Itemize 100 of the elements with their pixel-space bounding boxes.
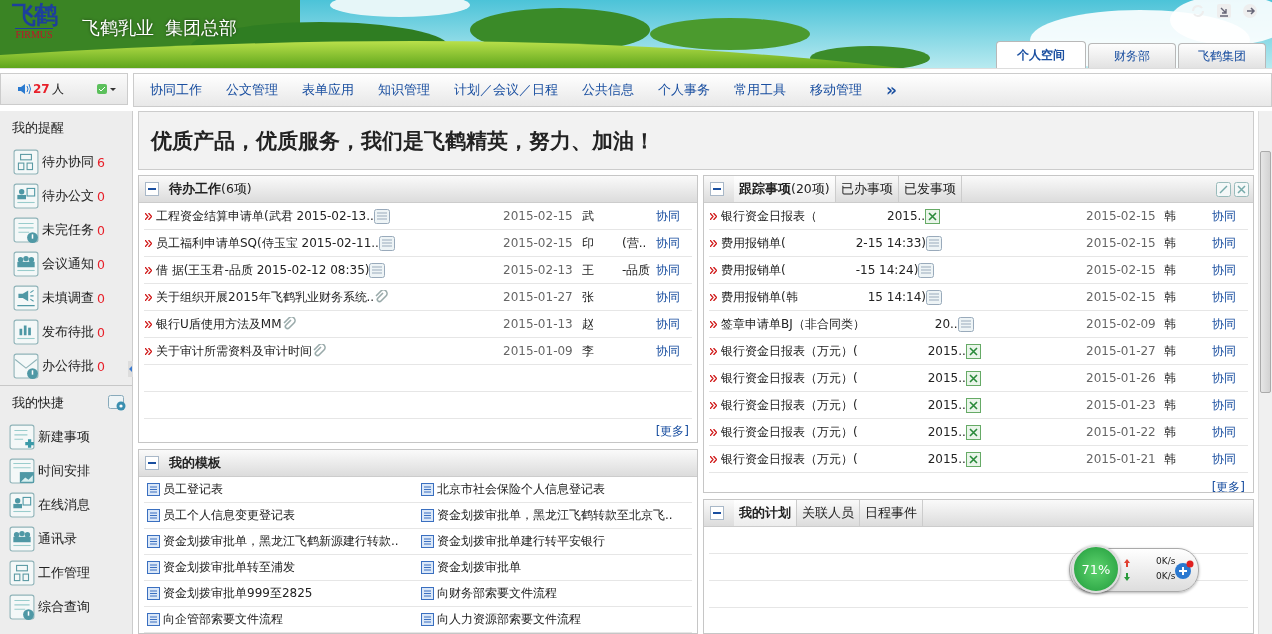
- download-icon[interactable]: [1216, 3, 1232, 19]
- scrollbar-thumb[interactable]: [1260, 151, 1271, 393]
- flowchart-icon: [13, 149, 39, 175]
- space-tab[interactable]: 飞鹤集团: [1178, 43, 1266, 68]
- shortcut-link[interactable]: 综合查询: [38, 598, 90, 616]
- item-link[interactable]: 工程资金结算申请单(武君 2015-02-13..: [156, 207, 374, 225]
- item-link[interactable]: 签章申请单BJ（非合同类）: [721, 315, 865, 333]
- type-link[interactable]: 协同: [1212, 423, 1248, 441]
- shortcut-link[interactable]: 在线消息: [38, 496, 90, 514]
- template-link[interactable]: 资金划拨审批单转至浦发: [163, 559, 295, 576]
- template-link[interactable]: 资金划拨审批单建行转平安银行: [437, 533, 605, 550]
- item-link[interactable]: 银行资金日报表（万元）(: [721, 423, 858, 441]
- panel-tab[interactable]: 日程事件: [860, 500, 923, 526]
- panel-tab[interactable]: 关联人员: [797, 500, 860, 526]
- reminder-count: 0: [97, 358, 105, 374]
- space-tab[interactable]: 财务部: [1088, 43, 1176, 68]
- panel-tab[interactable]: 已办事项: [835, 176, 899, 202]
- template-link[interactable]: 北京市社会保险个人信息登记表: [437, 481, 605, 498]
- item-link[interactable]: 银行资金日报表（万元）(: [721, 342, 858, 360]
- reminder-link[interactable]: 会议通知: [42, 255, 94, 273]
- reminder-count: 0: [97, 290, 105, 306]
- collapse-button[interactable]: [145, 456, 159, 470]
- type-link[interactable]: 协同: [656, 234, 692, 252]
- more-menu-link[interactable]: »: [874, 80, 909, 100]
- item-link[interactable]: 银行资金日报表（万元）(: [721, 396, 858, 414]
- item-link[interactable]: 员工福利申请单SQ(侍玉宝 2015-02-11..: [156, 234, 379, 252]
- template-link[interactable]: 员工登记表: [163, 481, 223, 498]
- type-link[interactable]: 协同: [1212, 450, 1248, 468]
- template-link[interactable]: 资金划拨审批单，黑龙江飞鹤转款至北京飞..: [437, 507, 673, 524]
- reminder-link[interactable]: 未填调查: [42, 289, 94, 307]
- type-link[interactable]: 协同: [1212, 315, 1248, 333]
- item-link[interactable]: 关于审计所需资料及审计时间: [156, 342, 312, 360]
- type-link[interactable]: 协同: [656, 207, 692, 225]
- nav-menu-item[interactable]: 计划／会议／日程: [442, 81, 570, 99]
- template-link[interactable]: 资金划拨审批单，黑龙江飞鹤新源建行转款..: [163, 533, 399, 550]
- template-link[interactable]: 向财务部索要文件流程: [437, 585, 557, 602]
- sender-cell-text: 韩: [1164, 369, 1177, 387]
- paperclip-icon: [281, 317, 296, 331]
- type-link[interactable]: 协同: [1212, 396, 1248, 414]
- double-arrow-icon: [710, 320, 717, 328]
- nav-menu-item[interactable]: 个人事务: [646, 81, 722, 99]
- more-link[interactable]: [更多]: [1211, 479, 1245, 492]
- nav-menu-item[interactable]: 知识管理: [366, 81, 442, 99]
- item-link[interactable]: 费用报销单(: [721, 234, 786, 252]
- type-link[interactable]: 协同: [1212, 342, 1248, 360]
- nav-menu-item[interactable]: 常用工具: [722, 81, 798, 99]
- panel-tab[interactable]: 我的计划: [734, 500, 797, 526]
- collapse-handle[interactable]: [128, 361, 133, 377]
- shortcut-link[interactable]: 工作管理: [38, 564, 90, 582]
- type-link[interactable]: 协同: [656, 315, 692, 333]
- template-link[interactable]: 向人力资源部索要文件流程: [437, 611, 581, 628]
- nav-menu-item[interactable]: 公文管理: [214, 81, 290, 99]
- space-tab[interactable]: 个人空间: [996, 41, 1086, 68]
- reminder-link[interactable]: 未完任务: [42, 221, 94, 239]
- panel-tab[interactable]: 已发事项: [898, 176, 962, 202]
- settings-icon[interactable]: [108, 395, 126, 411]
- type-link[interactable]: 协同: [656, 342, 692, 360]
- item-link[interactable]: 费用报销单(韩: [721, 288, 798, 306]
- status-dropdown-icon[interactable]: [97, 83, 117, 95]
- item-link[interactable]: 借 据(王玉君-品质 2015-02-12 08:35): [156, 261, 370, 279]
- item-link[interactable]: 银行资金日报表（万元）(: [721, 369, 858, 387]
- collapse-button[interactable]: [710, 506, 724, 520]
- megaphone-icon: [13, 285, 39, 311]
- type-link[interactable]: 协同: [1212, 234, 1248, 252]
- type-link[interactable]: 协同: [1212, 261, 1248, 279]
- type-link[interactable]: 协同: [656, 288, 692, 306]
- shortcut-link[interactable]: 时间安排: [38, 462, 90, 480]
- logout-icon[interactable]: [1242, 3, 1258, 19]
- template-link[interactable]: 资金划拨审批单: [437, 559, 521, 576]
- reminder-link[interactable]: 待办公文: [42, 187, 94, 205]
- nav-menu-item[interactable]: 协同工作: [138, 81, 214, 99]
- type-link[interactable]: 协同: [1212, 207, 1248, 225]
- collapse-button[interactable]: [145, 182, 159, 196]
- reminder-link[interactable]: 待办协同: [42, 153, 94, 171]
- nav-menu-item[interactable]: 表单应用: [290, 81, 366, 99]
- shortcut-link[interactable]: 新建事项: [38, 428, 90, 446]
- reminder-link[interactable]: 发布待批: [42, 323, 94, 341]
- type-link[interactable]: 协同: [656, 261, 692, 279]
- add-button[interactable]: [1174, 560, 1194, 580]
- nav-menu-item[interactable]: 移动管理: [798, 81, 874, 99]
- item-link[interactable]: 费用报销单(: [721, 261, 786, 279]
- item-link[interactable]: 银行资金日报表（万元）(: [721, 450, 858, 468]
- type-link[interactable]: 协同: [1212, 369, 1248, 387]
- reminder-link[interactable]: 办公待批: [42, 357, 94, 375]
- template-link[interactable]: 向企管部索要文件流程: [163, 611, 283, 628]
- more-link[interactable]: [更多]: [655, 423, 689, 440]
- item-link[interactable]: 关于组织开展2015年飞鹤乳业财务系统..: [156, 288, 375, 306]
- nav-menu-item[interactable]: 公共信息: [570, 81, 646, 99]
- shortcut-link[interactable]: 通讯录: [38, 530, 77, 548]
- template-link[interactable]: 资金划拨审批单999至2825: [163, 585, 313, 602]
- collapse-button[interactable]: [710, 182, 724, 196]
- double-arrow-icon: [710, 428, 717, 436]
- panel-tab[interactable]: 跟踪事项(20项): [734, 176, 836, 202]
- sender-cell-text: 韩: [1164, 342, 1177, 360]
- speaker-icon[interactable]: [17, 83, 31, 95]
- item-link[interactable]: 银行U盾使用方法及MM: [156, 315, 282, 333]
- type-link[interactable]: 协同: [1212, 288, 1248, 306]
- date-cell-text: 2015-02-15: [1086, 209, 1157, 223]
- item-link[interactable]: 银行资金日报表（: [721, 207, 817, 225]
- template-link[interactable]: 员工个人信息变更登记表: [163, 507, 295, 524]
